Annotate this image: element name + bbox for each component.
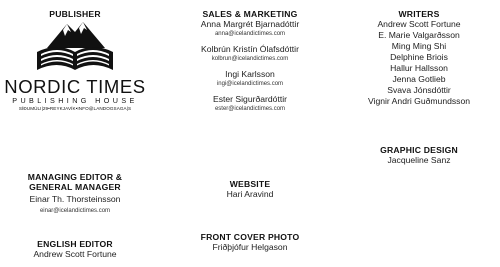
sales-person-email[interactable]: ester@icelandictimes.com	[170, 105, 330, 113]
writer-name: Ming Ming Shi	[391, 41, 447, 51]
writer-name: Andrew Scott Fortune	[377, 19, 461, 29]
managing-editor-section: MANAGING EDITOR & GENERAL MANAGER Einar …	[0, 172, 150, 215]
writer-name: Jenna Gotlieb	[392, 74, 446, 84]
sales-section: SALES & MARKETING Anna Margrét Bjarnadót…	[170, 9, 330, 113]
sales-person-email[interactable]: kolbrun@icelandictimes.com	[170, 55, 330, 63]
english-editor-name: Andrew Scott Fortune	[33, 249, 117, 259]
graphic-design-name: Jacqueline Sanz	[387, 155, 451, 165]
writer-name: Vignir Andri Guðmundsson	[367, 96, 471, 106]
english-editor-heading: ENGLISH EDITOR	[37, 239, 113, 249]
managing-editor-email[interactable]: einar@icelandictimes.com	[0, 207, 150, 215]
general-manager-heading: GENERAL MANAGER	[29, 182, 121, 192]
writer-name: Hallur Hallsson	[390, 63, 448, 73]
sales-person-name: Kolbrún Kristín Ólafsdóttir	[201, 44, 299, 54]
publisher-logo: NORDIC TIMES PUBLISHING HOUSE SÍÐUMÚLI|2…	[0, 18, 150, 112]
logo-address: SÍÐUMÚLI|29•REYKJAVÍK•INFO@LANDOGSAGA|S	[18, 106, 132, 111]
front-cover-name: Friðþjófur Helgason	[212, 242, 288, 252]
writers-section: WRITERS Andrew Scott Fortune E. Marie Va…	[338, 9, 500, 107]
writer-name: Svava Jónsdóttir	[387, 85, 451, 95]
writer-name: Delphine Briois	[390, 52, 448, 62]
sales-person-name: Ingi Karlsson	[225, 69, 275, 79]
graphic-design-section: GRAPHIC DESIGN Jacqueline Sanz	[338, 145, 500, 166]
writer-name: E. Marie Valgarðsson	[378, 30, 460, 40]
graphic-design-heading: GRAPHIC DESIGN	[380, 145, 458, 155]
website-name: Hari Aravind	[226, 189, 274, 199]
sales-person-name: Anna Margrét Bjarnadóttir	[200, 19, 300, 29]
website-section: WEBSITE Hari Aravind	[170, 179, 330, 200]
sales-person-name: Ester Sigurðardóttir	[212, 94, 288, 104]
front-cover-section: FRONT COVER PHOTO Friðþjófur Helgason	[170, 232, 330, 253]
sales-heading: SALES & MARKETING	[202, 9, 298, 19]
managing-editor-name: Einar Th. Thorsteinsson	[29, 194, 121, 204]
open-book-mountain-icon	[37, 22, 113, 70]
english-editor-section: ENGLISH EDITOR Andrew Scott Fortune	[0, 239, 150, 260]
website-heading: WEBSITE	[229, 179, 271, 189]
logo-title: NORDIC TIMES	[4, 76, 146, 97]
managing-editor-heading: MANAGING EDITOR &	[27, 172, 123, 182]
sales-person-email[interactable]: ingi@icelandictimes.com	[170, 80, 330, 88]
front-cover-heading: FRONT COVER PHOTO	[200, 232, 300, 242]
logo-subtitle: PUBLISHING HOUSE	[12, 96, 138, 105]
writers-heading: WRITERS	[398, 9, 440, 19]
sales-person-email[interactable]: anna@icelandictimes.com	[170, 30, 330, 38]
